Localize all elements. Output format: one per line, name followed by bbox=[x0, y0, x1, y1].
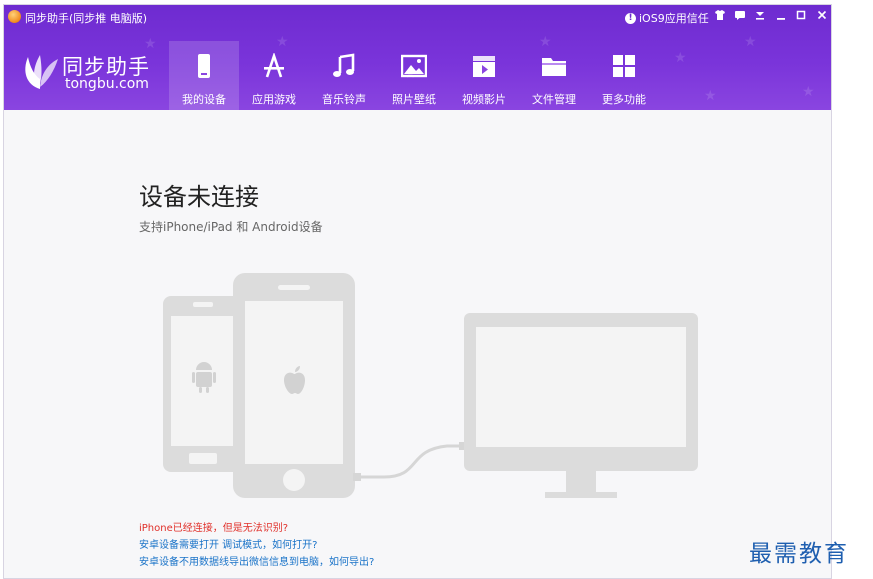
nav-file-management[interactable]: 文件管理 bbox=[519, 41, 589, 110]
iphone-unrecognized-link[interactable]: iPhone已经连接，但是无法识别? bbox=[139, 520, 374, 537]
close-icon[interactable] bbox=[814, 9, 830, 25]
android-wechat-export-link[interactable]: 安卓设备不用数据线导出微信信息到电脑，如何导出? bbox=[139, 554, 374, 571]
nav-label: 照片壁纸 bbox=[392, 93, 436, 106]
download-icon[interactable] bbox=[752, 9, 768, 25]
nav-label: 更多功能 bbox=[602, 93, 646, 106]
nav-videos[interactable]: 视频影片 bbox=[449, 41, 519, 110]
title-bar: 同步助手(同步推 电脑版) ! iOS9应用信任 bbox=[4, 5, 831, 31]
device-connection-illustration bbox=[163, 273, 698, 498]
minimize-icon[interactable] bbox=[773, 9, 789, 25]
tongbu-logo-icon bbox=[25, 55, 58, 89]
tshirt-icon[interactable] bbox=[712, 9, 728, 25]
nav-photos-wallpapers[interactable]: 照片壁纸 bbox=[379, 41, 449, 110]
app-icon bbox=[8, 10, 21, 23]
page-subtitle: 支持iPhone/iPad 和 Android设备 bbox=[139, 220, 323, 234]
nav-label: 我的设备 bbox=[182, 93, 226, 106]
nav-label: 音乐铃声 bbox=[322, 93, 366, 106]
header: ★ ★ ★ ★ ★ ★ ★ ★ 同步助手(同步推 电脑版) ! iOS9应用信任 bbox=[4, 5, 831, 110]
star-decoration-icon: ★ bbox=[802, 84, 815, 100]
nav-label: 文件管理 bbox=[532, 93, 576, 106]
nav-label: 视频影片 bbox=[462, 93, 506, 106]
maximize-icon[interactable] bbox=[793, 9, 809, 25]
ios9-trust-button[interactable]: ! iOS9应用信任 bbox=[625, 10, 709, 26]
nav-music-ringtones[interactable]: 音乐铃声 bbox=[309, 41, 379, 110]
help-links: iPhone已经连接，但是无法识别? 安卓设备需要打开 调试模式，如何打开? 安… bbox=[139, 520, 374, 571]
page-title: 设备未连接 bbox=[139, 183, 259, 211]
app-store-icon bbox=[264, 53, 284, 78]
folder-icon bbox=[542, 58, 566, 76]
star-decoration-icon: ★ bbox=[744, 34, 757, 50]
music-note-icon bbox=[333, 53, 355, 77]
video-clapper-icon bbox=[473, 56, 495, 77]
nav-label: 应用游戏 bbox=[252, 93, 296, 106]
nav-more-features[interactable]: 更多功能 bbox=[589, 41, 659, 110]
iphone-illustration bbox=[233, 273, 355, 498]
tongbu-logo: 同步助手 tongbu.com bbox=[18, 47, 158, 95]
nav-my-devices[interactable]: 我的设备 bbox=[169, 41, 239, 110]
star-decoration-icon: ★ bbox=[704, 88, 717, 104]
grid-icon bbox=[613, 55, 635, 77]
window-title: 同步助手(同步推 电脑版) bbox=[25, 12, 148, 25]
android-debug-mode-link[interactable]: 安卓设备需要打开 调试模式，如何打开? bbox=[139, 537, 374, 554]
logo-name-en: tongbu.com bbox=[65, 76, 149, 92]
picture-icon bbox=[401, 54, 427, 78]
app-window: ★ ★ ★ ★ ★ ★ ★ ★ 同步助手(同步推 电脑版) ! iOS9应用信任 bbox=[3, 4, 832, 579]
message-icon[interactable] bbox=[732, 9, 748, 25]
main-content: 设备未连接 支持iPhone/iPad 和 Android设备 iPhone已经… bbox=[4, 110, 831, 578]
nav-apps-games[interactable]: 应用游戏 bbox=[239, 41, 309, 110]
info-icon: ! bbox=[625, 12, 636, 24]
trust-label: iOS9应用信任 bbox=[639, 12, 709, 25]
watermark: 最需教育 bbox=[749, 541, 849, 567]
usb-cable bbox=[355, 444, 464, 479]
monitor-illustration bbox=[464, 313, 698, 498]
star-decoration-icon: ★ bbox=[674, 50, 687, 66]
android-phone-illustration bbox=[163, 296, 243, 472]
phone-icon bbox=[198, 54, 210, 78]
